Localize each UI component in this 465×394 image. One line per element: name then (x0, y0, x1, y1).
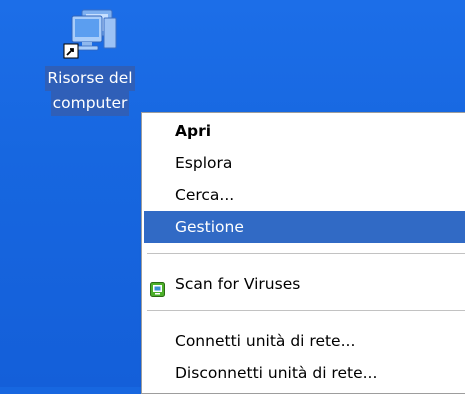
antivirus-icon (150, 276, 165, 297)
menu-item-esplora[interactable]: Esplora (144, 147, 465, 179)
menu-separator (147, 310, 465, 311)
menu-item-connetti-unita-di-rete[interactable]: Connetti unità di rete... (144, 325, 465, 357)
desktop-icon-label: Risorse del computer (34, 66, 146, 116)
desktop-icon-label-line1: Risorse del (45, 66, 135, 91)
context-menu: Apri Esplora Cerca... Gestione Scan for … (141, 112, 465, 394)
menu-item-apri[interactable]: Apri (144, 115, 465, 147)
menu-item-cerca[interactable]: Cerca... (144, 179, 465, 211)
menu-item-gestione[interactable]: Gestione (144, 211, 465, 243)
desktop: Risorse del computer Apri Esplora Cerca.… (0, 0, 465, 394)
desktop-icon-label-line2: computer (50, 91, 130, 116)
computer-icon (62, 8, 122, 64)
menu-separator (147, 253, 465, 254)
desktop-icon-my-computer[interactable]: Risorse del computer (34, 8, 146, 118)
menu-item-scan-label: Scan for Viruses (175, 275, 301, 293)
menu-item-disconnetti-unita-di-rete[interactable]: Disconnetti unità di rete... (144, 357, 465, 389)
menu-item-scan-for-viruses[interactable]: Scan for Viruses (144, 268, 465, 300)
